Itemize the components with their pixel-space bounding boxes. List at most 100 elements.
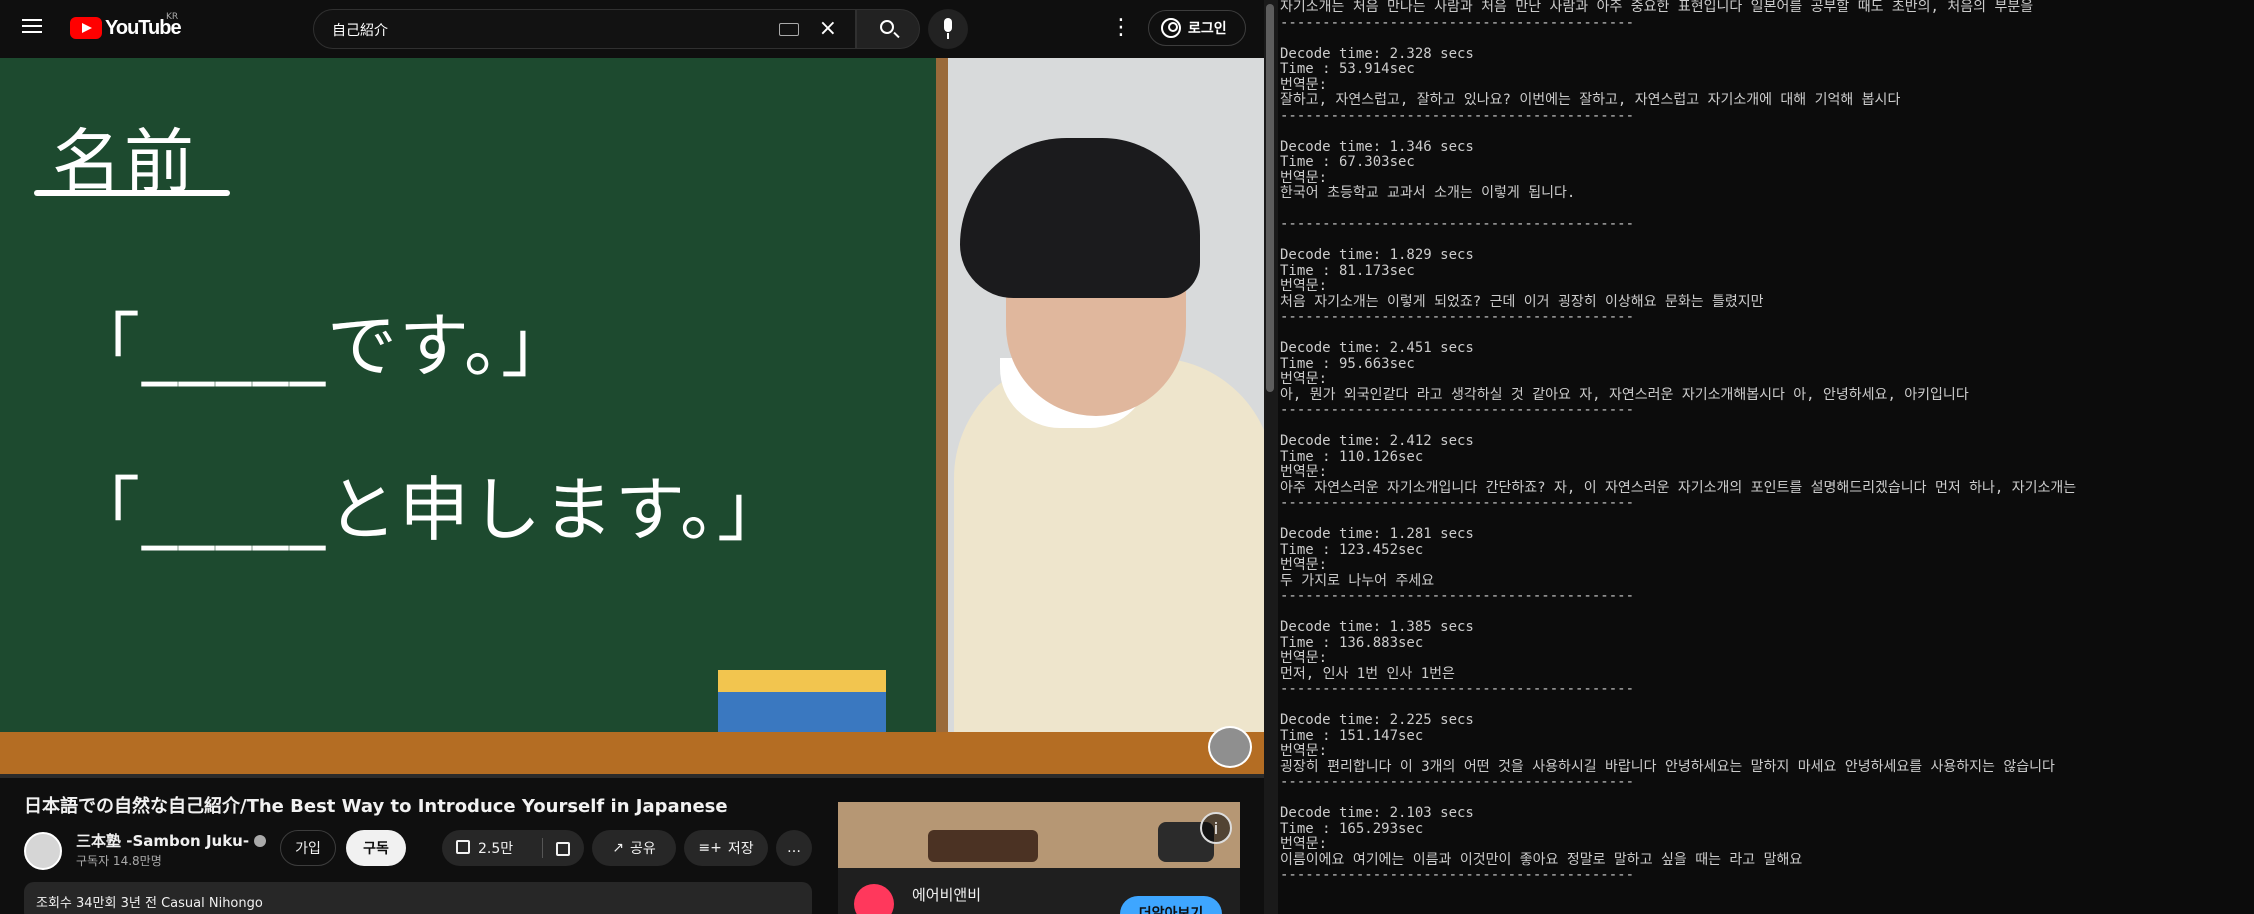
search-input[interactable]: 自己紹介 × [313,9,856,49]
account-icon [1161,18,1181,38]
ad-card[interactable]: i 에어비앤비 더알아보기 [838,802,1240,914]
save-button[interactable]: ≡+ 저장 [684,830,768,866]
terminal-line: Decode time: 2.103 secs [1280,805,1474,821]
microphone-icon[interactable] [928,9,968,49]
like-count: 2.5만 [478,841,514,857]
more-actions-button[interactable]: … [776,830,812,866]
more-options-icon[interactable]: ⋮ [1110,14,1132,42]
terminal-window: 자기소개는 처음 만나는 사람과 처음 만난 사람과 아주 중요한 표현입니다 … [1278,0,2254,914]
ad-advertiser: 에어비앤비 [912,886,982,904]
youtube-window: YouTube KR 自己紹介 × ⋮ 로그인 名前 「_____です。」 「_… [0,0,1264,914]
terminal-line: ----------------------------------------… [1280,867,1635,883]
channel-watermark-icon[interactable] [1208,726,1252,768]
signin-label: 로그인 [1188,21,1227,37]
subscribe-button[interactable]: 구독 [346,830,406,866]
terminal-line: Decode time: 2.225 secs [1280,712,1474,728]
terminal-line: 번역문: [1280,371,1328,387]
share-label: 공유 [629,841,656,857]
share-button[interactable]: ↗ 공유 [592,830,676,866]
ad-image [838,802,1240,868]
channel-avatar[interactable] [24,832,62,870]
terminal-line: Decode time: 1.281 secs [1280,526,1474,542]
close-icon[interactable]: × [819,16,837,41]
terminal-line: ----------------------------------------… [1280,402,1635,418]
terminal-line: ----------------------------------------… [1280,309,1635,325]
thumbs-up-icon [456,840,470,854]
description-box[interactable]: 조회수 34만회 3년 전 Casual Nihongo [24,882,812,914]
ad-sofa [928,830,1038,862]
terminal-line: Time : 136.883sec [1280,634,1424,651]
board-line-1: 「_____です。」 [70,305,573,387]
terminal-line: Time : 165.293sec [1280,820,1424,837]
country-code: KR [166,12,179,22]
menu-icon[interactable] [22,16,44,38]
terminal-line: 두 가지로 나누어 주세요 [1280,572,1435,589]
youtube-logo[interactable]: YouTube KR [70,12,182,42]
youtube-header: YouTube KR 自己紹介 × ⋮ 로그인 [0,0,1264,56]
terminal-line: 번역문: [1280,836,1328,852]
terminal-line: Time : 110.126sec [1280,448,1424,465]
upload-date: 3년 전 [120,896,157,911]
terminal-line: 자기소개는 처음 만나는 사람과 처음 만난 사람과 아주 중요한 표현입니다 … [1280,0,2034,15]
terminal-line: 번역문: [1280,743,1328,759]
description-tag[interactable]: Casual Nihongo [161,896,263,911]
terminal-line: 번역문: [1280,650,1328,666]
youtube-play-icon [70,17,102,39]
info-icon[interactable]: i [1200,812,1232,844]
like-button[interactable]: 2.5만 [442,830,542,866]
terminal-line: 이름이에요 여기에는 이름과 이것만이 좋아요 정말로 말하고 싶을 때는 라고… [1280,851,1803,868]
terminal-line: 잘하고, 자연스럽고, 잘하고 있나요? 이번에는 잘하고, 자연스럽고 자기소… [1280,92,1901,108]
terminal-line: 한국어 초등학교 교과서 소개는 이렇게 됩니다. [1280,185,1576,201]
description-meta: 조회수 34만회 3년 전 Casual Nihongo [36,892,263,911]
thumbs-down-icon[interactable] [556,842,570,856]
terminal-line: Time : 81.173sec [1280,262,1415,279]
terminal-line: Decode time: 1.385 secs [1280,619,1474,635]
terminal-line: Time : 67.303sec [1280,154,1415,170]
terminal-line: ----------------------------------------… [1280,14,1635,31]
terminal-line: 번역문: [1280,169,1328,186]
terminal-line: 먼저, 인사 1번 인사 1번은 [1280,665,1455,682]
like-divider [542,838,543,858]
search-icon [880,20,894,34]
terminal-line: Decode time: 2.412 secs [1280,433,1474,449]
channel-name-text[interactable]: 三本塾 -Sambon Juku- [76,832,249,850]
terminal-line: ----------------------------------------… [1280,681,1635,697]
verified-icon [254,835,267,847]
player-bottom-bar [0,774,1264,778]
video-title: 日本語での自然な自己紹介/The Best Way to Introduce Y… [24,796,728,817]
learn-more-button[interactable]: 더알아보기 [1120,896,1222,914]
video-player[interactable]: 名前 「_____です。」 「_____と申します。」 [0,58,1264,774]
scrollbar-thumb[interactable] [1266,4,1274,392]
search-value: 自己紹介 [332,23,388,39]
airbnb-logo-icon [854,884,894,914]
join-button[interactable]: 가입 [280,830,336,866]
terminal-line: ----------------------------------------… [1280,107,1635,124]
share-icon: ↗ [612,840,624,856]
eraser [718,670,886,738]
terminal-line: 아주 자연스러운 자기소개입니다 간단하죠? 자, 이 자연스러운 자기소개의 … [1280,479,2077,496]
terminal-line: Time : 151.147sec [1280,727,1424,744]
terminal-line: 아, 뭔가 외국인같다 라고 생각하실 것 같아요 자, 자연스러운 자기소개해… [1280,386,1969,403]
board-line-2: 「_____と申します。」 [70,469,789,551]
terminal-line: 번역문: [1280,557,1328,573]
like-dislike-group: 2.5만 [442,830,584,866]
view-count: 조회수 34만회 [36,896,117,911]
chalk-tray [0,732,1264,774]
channel-name[interactable]: 三本塾 -Sambon Juku- [76,830,267,851]
playlist-add-icon: ≡+ [698,840,722,856]
keyboard-icon[interactable] [779,23,799,36]
terminal-line: 굉장히 편리합니다 이 3개의 어떤 것을 사용하시길 바랍니다 안녕하세요는 … [1280,758,2055,775]
terminal-line: 번역문: [1280,464,1328,480]
terminal-line: ----------------------------------------… [1280,588,1635,604]
subscriber-count: 구독자 14.8만명 [76,854,162,868]
search-button[interactable] [856,9,920,49]
terminal-line: Time : 95.663sec [1280,355,1415,372]
signin-button[interactable]: 로그인 [1148,10,1246,46]
